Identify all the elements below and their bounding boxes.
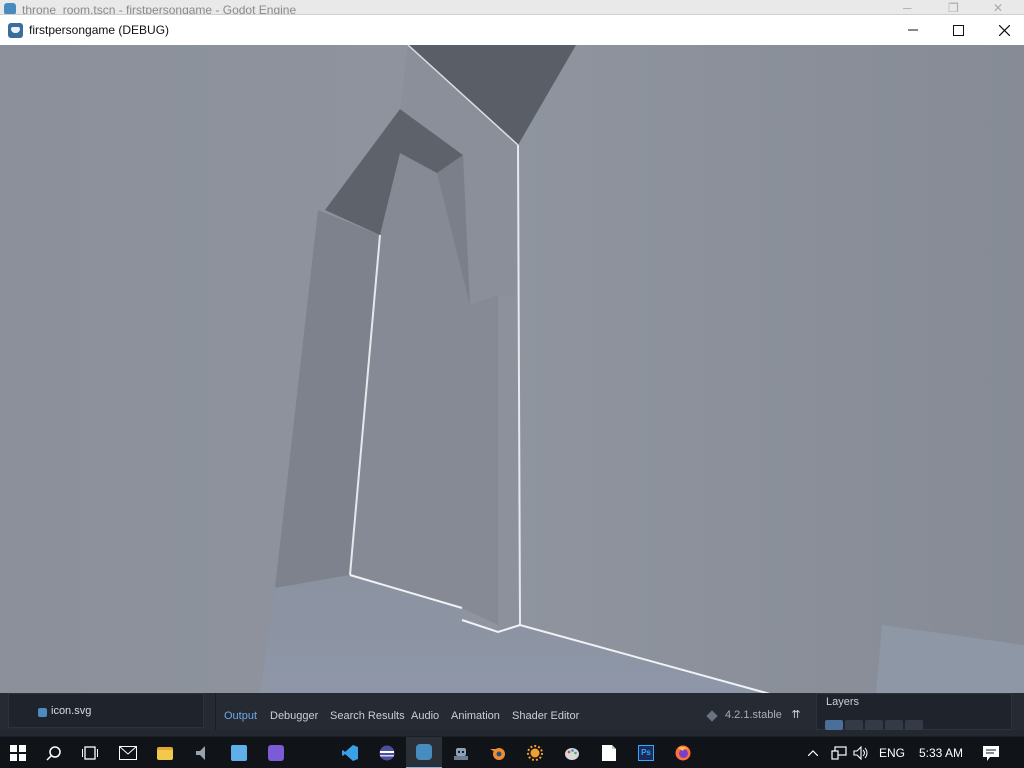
notes-app-icon — [268, 745, 284, 761]
godot-icon — [8, 23, 23, 38]
game-titlebar[interactable]: firstpersongame (DEBUG) — [0, 15, 1024, 45]
godot-icon — [4, 3, 16, 14]
layer-toggle[interactable] — [845, 720, 863, 730]
game-viewport[interactable] — [0, 45, 1024, 694]
close-icon[interactable]: ✕ — [993, 1, 1003, 14]
search-button[interactable] — [36, 737, 72, 768]
chevron-up-icon — [808, 750, 818, 756]
notifications-icon — [983, 745, 999, 761]
input-language[interactable]: ENG — [879, 746, 905, 760]
minimize-icon[interactable]: ─ — [903, 1, 912, 14]
3d-scene — [0, 45, 1024, 694]
maximize-button[interactable] — [935, 15, 981, 45]
restore-icon[interactable]: ❐ — [948, 1, 959, 14]
task-view-button[interactable] — [72, 737, 108, 768]
pin-panel-icon[interactable]: ⇈ — [790, 709, 802, 721]
filesystem-panel: icon.svg — [8, 693, 204, 728]
show-hidden-icons-button[interactable] — [804, 737, 822, 768]
mail-icon — [119, 746, 137, 760]
tab-animation[interactable]: Animation — [451, 710, 500, 722]
close-button[interactable] — [981, 15, 1024, 45]
taskbar-file-explorer[interactable] — [147, 737, 183, 768]
taskbar-notes-app[interactable] — [258, 737, 294, 768]
volume-icon — [853, 746, 868, 760]
layer-toggle[interactable] — [885, 720, 903, 730]
taskbar-paint-app[interactable] — [554, 737, 590, 768]
search-icon — [46, 746, 61, 761]
game-window-title: firstpersongame (DEBUG) — [29, 23, 170, 37]
action-center-button[interactable] — [976, 737, 1006, 768]
godot-icon — [416, 744, 432, 760]
taskbar-mail[interactable] — [110, 737, 146, 768]
minimize-button[interactable] — [890, 15, 936, 45]
taskbar-game-app[interactable] — [443, 737, 479, 768]
version-label: 4.2.1.stable — [725, 709, 782, 721]
task-view-icon — [82, 746, 98, 760]
editor-titlebar: throne_room.tscn - firstpersongame - God… — [0, 0, 1024, 14]
striped-app-icon — [379, 745, 395, 761]
robot-icon — [454, 748, 468, 760]
taskbar-godot[interactable] — [406, 737, 442, 768]
sun-icon — [527, 745, 543, 761]
clock[interactable]: 5:33 AM — [919, 746, 963, 760]
speaker-app-icon — [196, 746, 205, 760]
firefox-icon — [675, 745, 691, 761]
taskbar: Ps ENG 5:33 AM — [0, 736, 1024, 768]
layers-panel: Layers — [816, 693, 1012, 730]
editor-bottom-panel: icon.svg Output Debugger Search Results … — [0, 693, 1024, 730]
close-icon — [998, 24, 1010, 36]
taskbar-control-panel[interactable] — [221, 737, 257, 768]
layer-toggle[interactable] — [905, 720, 923, 730]
tab-audio[interactable]: Audio — [411, 710, 439, 722]
desktop: throne_room.tscn - firstpersongame - God… — [0, 0, 1024, 768]
pillar-side — [498, 295, 520, 632]
maximize-icon — [952, 24, 964, 36]
update-spinner-icon — [706, 710, 718, 722]
windows-logo-icon — [10, 745, 26, 761]
network-button[interactable] — [829, 737, 849, 768]
blender-icon — [490, 748, 505, 760]
filesystem-item[interactable]: icon.svg — [51, 705, 91, 717]
output-panel: Output Debugger Search Results Audio Ani… — [215, 693, 810, 730]
game-window: firstpersongame (DEBUG) — [0, 14, 1024, 694]
layer-toggle[interactable] — [865, 720, 883, 730]
taskbar-notepad[interactable] — [591, 737, 627, 768]
volume-button[interactable] — [851, 737, 871, 768]
document-icon — [602, 745, 616, 761]
folder-icon — [157, 746, 173, 760]
taskbar-audio-app[interactable] — [184, 737, 220, 768]
tab-shader-editor[interactable]: Shader Editor — [512, 710, 579, 722]
control-panel-icon — [231, 745, 247, 761]
start-button[interactable] — [0, 737, 36, 768]
taskbar-blender[interactable] — [480, 737, 516, 768]
vscode-icon — [342, 745, 358, 761]
taskbar-photoshop[interactable]: Ps — [628, 737, 664, 768]
taskbar-sun-app[interactable] — [517, 737, 553, 768]
taskbar-firefox[interactable] — [665, 737, 701, 768]
taskbar-striped-app[interactable] — [369, 737, 405, 768]
tab-output[interactable]: Output — [224, 710, 257, 722]
photoshop-icon: Ps — [638, 745, 654, 761]
tab-debugger[interactable]: Debugger — [270, 710, 318, 722]
minimize-icon — [908, 29, 918, 31]
layers-label: Layers — [826, 696, 860, 708]
network-icon — [831, 746, 847, 760]
taskbar-vscode[interactable] — [332, 737, 368, 768]
palette-icon — [565, 748, 579, 760]
tab-search-results[interactable]: Search Results — [330, 710, 405, 722]
godot-file-icon — [38, 708, 47, 717]
layer-toggle[interactable] — [825, 720, 843, 730]
editor-window-title: throne_room.tscn - firstpersongame - God… — [22, 3, 297, 14]
